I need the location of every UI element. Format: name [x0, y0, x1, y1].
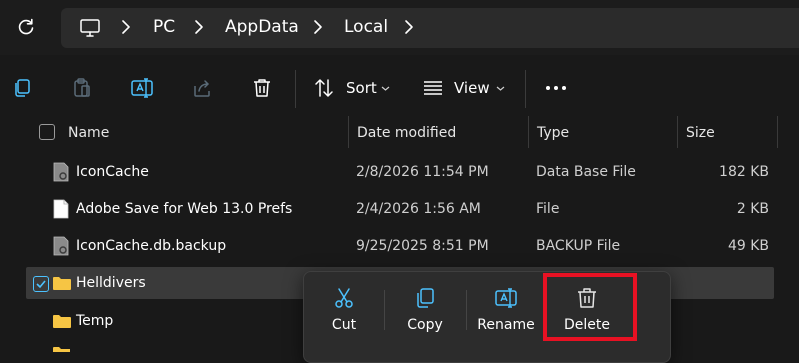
rename-menu-button[interactable]: Rename [474, 282, 538, 338]
computer-icon [80, 19, 100, 37]
file-date: 2/4/2026 1:56 AM [356, 201, 481, 217]
settings-file-icon [53, 162, 69, 182]
file-type: File [536, 201, 560, 217]
folder-icon [53, 315, 71, 328]
menu-separator [466, 290, 467, 330]
chevron-right-icon[interactable] [400, 18, 418, 36]
more-options-button[interactable] [544, 76, 568, 100]
rename-icon [495, 288, 517, 308]
rename-label: Rename [477, 317, 535, 333]
sort-label: Sort [346, 79, 377, 97]
file-size: 2 KB [736, 201, 769, 217]
share-icon [194, 80, 210, 97]
chevron-right-icon[interactable] [309, 18, 327, 36]
column-divider[interactable] [777, 116, 778, 148]
copy-menu-button[interactable]: Copy [393, 282, 457, 338]
copy-icon [15, 79, 30, 97]
column-divider[interactable] [348, 116, 349, 148]
file-row-iconcache[interactable]: IconCache 2/8/2026 11:54 PM Data Base Fi… [26, 155, 774, 189]
checkmark-icon [36, 280, 46, 289]
cut-button[interactable]: Cut [312, 282, 376, 338]
view-icon [424, 81, 442, 95]
paste-icon [74, 78, 90, 97]
column-header-type[interactable]: Type [537, 124, 569, 142]
scissors-icon [335, 288, 353, 308]
chevron-down-icon [496, 86, 505, 91]
blank-file-icon [53, 199, 69, 219]
file-date: 9/25/2025 8:51 PM [356, 238, 489, 254]
folder-icon [53, 347, 70, 352]
chevron-right-icon[interactable] [190, 18, 208, 36]
breadcrumb-pc[interactable]: PC [153, 17, 175, 37]
folder-icon [53, 277, 71, 290]
delete-toolbar-button[interactable] [250, 76, 274, 100]
command-bar [0, 64, 799, 114]
cut-label: Cut [331, 317, 357, 333]
copy-icon [417, 288, 434, 308]
toolbar-separator [295, 70, 296, 108]
column-header-date-modified[interactable]: Date modified [357, 124, 456, 142]
row-checkbox-checked[interactable] [33, 276, 49, 292]
view-label: View [454, 79, 490, 97]
toolbar-separator [525, 70, 526, 108]
file-name: IconCache [76, 164, 149, 180]
file-name: Adobe Save for Web 13.0 Prefs [76, 201, 293, 217]
file-name: IconCache.db.backup [76, 238, 227, 254]
rename-button[interactable] [130, 76, 154, 100]
sort-icon [315, 79, 333, 97]
chevron-down-icon [381, 86, 390, 91]
column-divider[interactable] [677, 116, 678, 148]
share-button[interactable] [190, 76, 214, 100]
refresh-button[interactable] [14, 15, 38, 39]
rename-icon [131, 78, 153, 98]
paste-button[interactable] [70, 76, 94, 100]
file-size: 49 KB [727, 238, 769, 254]
more-icon [546, 86, 566, 90]
file-type: Data Base File [536, 164, 636, 180]
file-size: 182 KB [719, 164, 769, 180]
file-date: 2/8/2026 11:54 PM [356, 164, 489, 180]
menu-separator [384, 290, 385, 330]
settings-file-icon [53, 236, 69, 256]
view-button[interactable]: View [422, 76, 506, 102]
file-row-iconcache-backup[interactable]: IconCache.db.backup 9/25/2025 8:51 PM BA… [26, 229, 774, 263]
copy-label: Copy [407, 317, 443, 333]
chevron-right-icon[interactable] [117, 18, 135, 36]
file-type: BACKUP File [536, 238, 621, 254]
refresh-icon [18, 18, 34, 35]
trash-icon [254, 79, 270, 97]
column-divider[interactable] [528, 116, 529, 148]
file-row-adobe-prefs[interactable]: Adobe Save for Web 13.0 Prefs 2/4/2026 1… [26, 192, 774, 226]
copy-button[interactable] [10, 76, 34, 100]
file-name: Helldivers [76, 275, 146, 291]
delete-highlight-box [543, 273, 637, 341]
column-header-name[interactable]: Name [68, 124, 109, 142]
breadcrumb-appdata[interactable]: AppData [225, 17, 299, 37]
sort-button[interactable]: Sort [314, 76, 394, 102]
file-name: Temp [76, 313, 114, 329]
column-header-size[interactable]: Size [686, 124, 715, 142]
select-all-checkbox[interactable] [39, 124, 55, 140]
breadcrumb-local[interactable]: Local [344, 17, 388, 37]
